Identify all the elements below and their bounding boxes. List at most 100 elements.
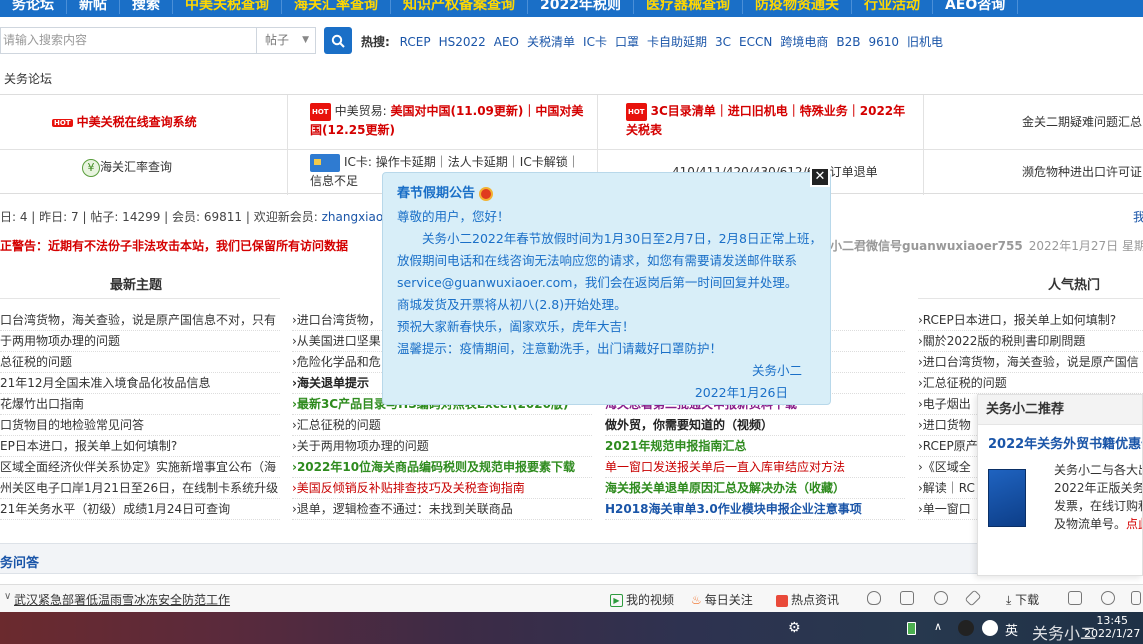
topic-row[interactable]: ›關於2022版的税則書印刷問題 [918,331,1143,352]
topic-row[interactable]: 总征税的问题 [0,352,280,373]
quick-link-cell[interactable]: HOT 中美关税在线查询系统 [0,95,288,150]
topic-row[interactable]: 区域全面经济伙伴关系协定》实施新增事宜公布（海 [0,457,280,478]
wechat-icon[interactable] [982,620,998,636]
chevron-up-icon[interactable]: ∧ [934,620,942,633]
battery-icon[interactable] [907,622,916,635]
topic-row[interactable]: 花爆竹出口指南 [0,394,280,415]
divider [918,298,1143,299]
quick-link-exchange[interactable]: 海关汇率查询 [100,160,172,174]
qa-section-header: 务问答 [0,543,1143,574]
quick-link-cell[interactable]: 濒危物种进出口许可证 [924,150,1143,195]
search-button[interactable] [324,27,352,54]
quick-link-cell[interactable]: 金关二期疑难问题汇总 [924,95,1143,150]
topic-row[interactable]: ›汇总征税的问题 [292,415,592,436]
quick-link-tariff[interactable]: 中美关税在线查询系统 [77,115,197,129]
hot-search-term[interactable]: AEO [494,35,519,49]
book-cover-image[interactable] [988,469,1026,527]
hot-news-button[interactable]: 热点资讯 [776,591,839,608]
nav-item[interactable]: 行业活动 [852,0,933,14]
hot-search-term[interactable]: HS2022 [439,35,486,49]
news-ticker-link[interactable]: 武汉紧急部署低温雨雪冰冻安全防范工作 [14,591,230,608]
news-icon [776,594,788,607]
stats-right-link[interactable]: 我 [1133,208,1143,225]
nav-item[interactable]: 知识产权备案查询 [391,0,528,14]
daily-follow-button[interactable]: ♨ 每日关注 [691,591,753,608]
hot-search-term[interactable]: 旧机电 [907,35,943,49]
ime-indicator[interactable]: 英 [1005,620,1018,639]
topic-row[interactable]: H2018海关审单3.0作业模块申报企业注意事项 [605,499,905,520]
hot-search-term[interactable]: B2B [836,35,860,49]
image-icon[interactable] [900,591,914,605]
nav-item[interactable]: 防疫物资通关 [743,0,852,14]
settings-icon[interactable]: ⚙ [788,620,801,636]
hot-search-term[interactable]: IC卡 [583,35,607,49]
rocket-icon[interactable] [964,589,982,607]
qa-section-title[interactable]: 务问答 [0,552,39,571]
quick-link-cell[interactable]: HOT 中美贸易: 美国对中国(11.09更新)｜中国对美国(12.25更新) [288,95,598,150]
topic-row[interactable]: ›进口台湾货物，海关查验，说是原产国信 [918,352,1143,373]
nav-item[interactable]: 新帖 [67,0,120,14]
quick-link-golden-customs[interactable]: 金关二期疑难问题汇总 [1022,113,1142,130]
latest-topics-list: 口台湾货物，海关查验，说是原产国信息不对，只有 于两用物项办理的问题 总征税的问题 2… [0,310,280,520]
quick-link-cell[interactable]: ¥ 海关汇率查询 [0,150,288,195]
hot-search-term[interactable]: 9610 [868,35,899,49]
nav-item[interactable]: 中美关税查询 [173,0,282,14]
wechat-id: 小二君微信号guanwuxiaoer755 [830,239,1023,253]
nav-item[interactable]: 务论坛 [0,0,67,14]
hot-search-term[interactable]: 口罩 [615,35,639,49]
topic-row[interactable]: 州关区电子口岸1月21日至26日，在线制卡系统升级 [0,478,280,499]
topic-row[interactable]: ›关于两用物项办理的问题 [292,436,592,457]
grid-icon[interactable] [1131,591,1141,605]
nav-item[interactable]: 2022年税则 [528,0,634,14]
shield-icon[interactable] [867,591,881,605]
new-member-link[interactable]: zhangxiao1 [322,210,391,224]
edge-icon[interactable] [1101,591,1115,605]
quick-link-cell[interactable]: HOT 3C目录清单｜进口旧机电｜特殊业务｜2022年关税表 [598,95,924,150]
watermark: 关务小二 [1032,624,1097,643]
topic-row[interactable]: ›退单，逻辑检查不通过：未找到关联商品 [292,499,592,520]
topic-row[interactable]: 海关报关单退单原因汇总及解决办法（收藏） [605,478,905,499]
topic-row[interactable]: 单一窗口发送报关单后一直入库审结应对方法 [605,457,905,478]
close-icon[interactable]: ✕ [810,167,830,187]
hot-icon: HOT [626,102,647,121]
topic-row[interactable]: 口台湾货物，海关查验，说是原产国信息不对，只有 [0,310,280,331]
copy-icon[interactable] [1068,591,1082,605]
topic-row[interactable]: 21年12月全国未准入境食品化妆品信息 [0,373,280,394]
quick-link-3c[interactable]: 3C目录清单｜进口旧机电｜特殊业务｜2022年关税表 [626,104,905,137]
download-button[interactable]: ⤓ 下载 [1006,591,1039,608]
top-navigation: 务论坛 新帖 搜索 中美关税查询 海关汇率查询 知识产权备案查询 2022年税则 医疗器械查询… [0,0,1143,17]
hot-search-term[interactable]: 关税清单 [527,35,575,49]
topic-row[interactable]: 做外贸，你需要知道的（视频） [605,415,905,436]
topic-row[interactable]: ›RCEP日本进口，报关单上如何填制? [918,310,1143,331]
breadcrumb[interactable]: 关务论坛 [4,70,52,87]
qq-icon[interactable] [958,620,974,636]
topic-row[interactable]: 2021年规范申报指南汇总 [605,436,905,457]
search-type-select[interactable]: 帖子 ▼ [256,27,316,54]
search-input[interactable]: 请输入搜索内容 [0,27,256,54]
nav-item[interactable]: 海关汇率查询 [282,0,391,14]
nav-item[interactable]: 搜索 [120,0,173,14]
topic-row[interactable]: EP日本进口，报关单上如何填制? [0,436,280,457]
recommend-title[interactable]: 2022年关务外贸书籍优惠信 [978,425,1142,452]
topic-row[interactable]: ›2022年10位海关商品编码税则及规范申报要素下载 [292,457,592,478]
hot-search-term[interactable]: 跨境电商 [780,35,828,49]
my-video-button[interactable]: ▶ 我的视频 [610,591,674,608]
hot-search-term[interactable]: ECCN [739,35,772,49]
nav-item[interactable]: 医疗器械查询 [634,0,743,14]
topic-row[interactable]: 口货物目的地检验常见问答 [0,415,280,436]
search-type-label: 帖子 [265,33,290,47]
hot-search-term[interactable]: 3C [715,35,731,49]
hot-search-term[interactable]: 卡自助延期 [647,35,707,49]
quick-link-endangered[interactable]: 濒危物种进出口许可证 [1022,163,1142,180]
popup-line: 商城发货及开票将从初八(2.8)开始处理。 [397,297,627,312]
topic-row[interactable]: ›汇总征税的问题 [918,373,1143,394]
topic-row[interactable]: 于两用物项办理的问题 [0,331,280,352]
nav-item[interactable]: AEO咨询 [933,0,1019,14]
heart-icon[interactable] [934,591,948,605]
hot-search-term[interactable]: RCEP [400,35,431,49]
topic-row[interactable]: 21年关务水平（初级）成绩1月24日可查询 [0,499,280,520]
topic-row[interactable]: ›美国反倾销反补贴排查技巧及关税查询指南 [292,478,592,499]
recommend-more-link[interactable]: 点此 [1126,517,1142,531]
popup-date: 2022年1月26日 [694,385,788,400]
chevron-down-icon[interactable]: ∨ [4,591,11,602]
